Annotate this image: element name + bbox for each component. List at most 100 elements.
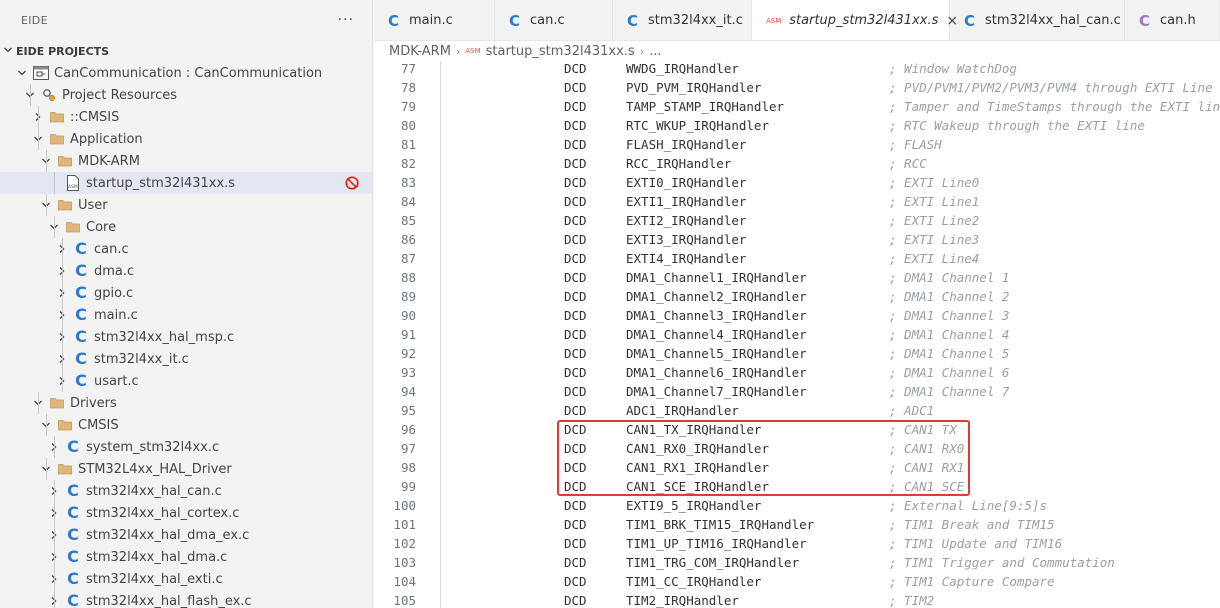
line-number: 86 xyxy=(400,232,416,247)
code-line[interactable]: 84 DCD EXTI1_IRQHandler ; EXTI Line1 xyxy=(374,192,1220,211)
tree-item-label: system_stm32l4xx.c xyxy=(86,439,220,455)
code-line[interactable]: 95 DCD ADC1_IRQHandler ; ADC1 xyxy=(374,401,1220,420)
tree-item-user[interactable]: User xyxy=(0,194,372,216)
tree-item-label: usart.c xyxy=(94,373,139,389)
code-line[interactable]: 91 DCD DMA1_Channel4_IRQHandler ; DMA1 Chan… xyxy=(374,325,1220,344)
code-editor[interactable]: 77 DCD WWDG_IRQHandler ; Window WatchDog 78 D… xyxy=(374,61,1220,608)
tree-item-mdk-arm[interactable]: MDK-ARM xyxy=(0,150,372,172)
directive-keyword: DCD xyxy=(564,137,587,152)
folder-icon xyxy=(54,199,76,211)
more-actions-button[interactable]: ··· xyxy=(338,12,354,28)
tree-item-stm32l4xx-it-c[interactable]: Cstm32l4xx_it.c xyxy=(0,348,372,370)
code-line[interactable]: 93 DCD DMA1_Channel6_IRQHandler ; DMA1 Chan… xyxy=(374,363,1220,382)
breadcrumb-item-symbols[interactable]: ... xyxy=(649,44,661,59)
code-line[interactable]: 80 DCD RTC_WKUP_IRQHandler ; RTC Wakeup thr… xyxy=(374,116,1220,135)
code-line[interactable]: 92 DCD DMA1_Channel5_IRQHandler ; DMA1 Chan… xyxy=(374,344,1220,363)
folder-icon xyxy=(46,111,68,123)
tab-startup-stm32l431xx-s[interactable]: ASM startup_stm32l431xx.s × xyxy=(752,0,958,40)
tree-item-cancommunication-cancommunication[interactable]: CanCommunication : CanCommunication xyxy=(0,62,372,84)
code-comment: ; DMA1 Channel 1 xyxy=(889,270,1010,285)
code-line[interactable]: 97 DCD CAN1_RX0_IRQHandler ; CAN1 RX0 xyxy=(374,439,1220,458)
tree-item-label: gpio.c xyxy=(94,285,134,301)
directive-keyword: DCD xyxy=(564,574,587,589)
code-line[interactable]: 87 DCD EXTI4_IRQHandler ; EXTI Line4 xyxy=(374,249,1220,268)
handler-symbol: DMA1_Channel4_IRQHandler xyxy=(626,327,807,342)
tree-item-usart-c[interactable]: Cusart.c xyxy=(0,370,372,392)
code-line[interactable]: 104 DCD TIM1_CC_IRQHandler ; TIM1 Capture C… xyxy=(374,572,1220,591)
tree-item-main-c[interactable]: Cmain.c xyxy=(0,304,372,326)
code-line[interactable]: 103 DCD TIM1_TRG_COM_IRQHandler ; TIM1 Trig… xyxy=(374,553,1220,572)
tree-item-label: stm32l4xx_hal_dma.c xyxy=(86,549,228,565)
tree-item-stm32l4xx-hal-driver[interactable]: STM32L4xx_HAL_Driver xyxy=(0,458,372,480)
directive-keyword: DCD xyxy=(564,460,587,475)
code-line[interactable]: 98 DCD CAN1_RX1_IRQHandler ; CAN1 RX1 xyxy=(374,458,1220,477)
tab-can-c[interactable]: Ccan.c xyxy=(495,0,613,40)
code-line[interactable]: 100 DCD EXTI9_5_IRQHandler ; External Line[… xyxy=(374,496,1220,515)
code-line[interactable]: 90 DCD DMA1_Channel3_IRQHandler ; DMA1 Chan… xyxy=(374,306,1220,325)
handler-symbol: CAN1_TX_IRQHandler xyxy=(626,422,762,437)
section-header-eide-projects[interactable]: EIDE PROJECTS xyxy=(0,40,372,62)
tab-stm32l4xx-it-c[interactable]: Cstm32l4xx_it.c xyxy=(613,0,752,40)
code-line[interactable]: 77 DCD WWDG_IRQHandler ; Window WatchDog xyxy=(374,61,1220,78)
tree-item-stm32l4xx-hal-flash-ex-c[interactable]: Cstm32l4xx_hal_flash_ex.c xyxy=(0,590,372,608)
code-line[interactable]: 82 DCD RCC_IRQHandler ; RCC xyxy=(374,154,1220,173)
code-comment: ; EXTI Line2 xyxy=(889,213,980,228)
tree-item-dma-c[interactable]: Cdma.c xyxy=(0,260,372,282)
folder-icon xyxy=(54,155,76,167)
directive-keyword: DCD xyxy=(564,498,587,513)
tree-item-stm32l4xx-hal-msp-c[interactable]: Cstm32l4xx_hal_msp.c xyxy=(0,326,372,348)
tree-item-cmsis[interactable]: ::CMSIS xyxy=(0,106,372,128)
tree-item-stm32l4xx-hal-exti-c[interactable]: Cstm32l4xx_hal_exti.c xyxy=(0,568,372,590)
tree-item-drivers[interactable]: Drivers xyxy=(0,392,372,414)
tree-item-gpio-c[interactable]: Cgpio.c xyxy=(0,282,372,304)
code-line[interactable]: 86 DCD EXTI3_IRQHandler ; EXTI Line3 xyxy=(374,230,1220,249)
tree-item-cmsis[interactable]: CMSIS xyxy=(0,414,372,436)
c-file-icon: C xyxy=(67,503,79,522)
directive-keyword: DCD xyxy=(564,194,587,209)
tab-main-c[interactable]: Cmain.c xyxy=(374,0,495,40)
code-line[interactable]: 83 DCD EXTI0_IRQHandler ; EXTI Line0 xyxy=(374,173,1220,192)
code-line[interactable]: 85 DCD EXTI2_IRQHandler ; EXTI Line2 xyxy=(374,211,1220,230)
line-number: 79 xyxy=(400,99,416,114)
indent-guide xyxy=(46,414,47,436)
c-file-icon: C xyxy=(964,11,976,30)
code-line[interactable]: 78 DCD PVD_PVM_IRQHandler ; PVD/PVM1/PVM2/P… xyxy=(374,78,1220,97)
code-line[interactable]: 94 DCD DMA1_Channel7_IRQHandler ; DMA1 Chan… xyxy=(374,382,1220,401)
breadcrumb-item-mdk-arm[interactable]: MDK-ARM xyxy=(389,44,451,59)
line-number: 97 xyxy=(400,441,416,456)
directive-keyword: DCD xyxy=(564,118,587,133)
code-line[interactable]: 88 DCD DMA1_Channel1_IRQHandler ; DMA1 Chan… xyxy=(374,268,1220,287)
code-line[interactable]: 81 DCD FLASH_IRQHandler ; FLASH xyxy=(374,135,1220,154)
indent-guide xyxy=(62,238,63,260)
code-line[interactable]: 102 DCD TIM1_UP_TIM16_IRQHandler ; TIM1 Upd… xyxy=(374,534,1220,553)
code-line[interactable]: 101 DCD TIM1_BRK_TIM15_IRQHandler ; TIM1 Br… xyxy=(374,515,1220,534)
line-number: 85 xyxy=(400,213,416,228)
directive-keyword: DCD xyxy=(564,308,587,323)
tab-label: main.c xyxy=(409,13,453,28)
tree-item-label: Drivers xyxy=(70,395,117,411)
folder-icon xyxy=(46,133,68,145)
indent-guide xyxy=(38,392,39,414)
chevron-down-icon[interactable] xyxy=(14,68,30,78)
tab-can-h[interactable]: Ccan.h xyxy=(1125,0,1220,40)
tree-item-can-c[interactable]: Ccan.c xyxy=(0,238,372,260)
breadcrumb-item-file[interactable]: startup_stm32l431xx.s xyxy=(486,44,635,59)
code-comment: ; DMA1 Channel 2 xyxy=(889,289,1010,304)
directive-keyword: DCD xyxy=(564,270,587,285)
tab-stm32l4xx-hal-can-c[interactable]: Cstm32l4xx_hal_can.c xyxy=(950,0,1125,40)
code-line[interactable]: 105 DCD TIM2_IRQHandler ; TIM2 xyxy=(374,591,1220,608)
code-line[interactable]: 99 DCD CAN1_SCE_IRQHandler ; CAN1 SCE xyxy=(374,477,1220,496)
code-comment: ; CAN1 RX0 xyxy=(889,441,965,456)
tree-item-core[interactable]: Core xyxy=(0,216,372,238)
tree-item-application[interactable]: Application xyxy=(0,128,372,150)
tree-item-stm32l4xx-hal-dma-c[interactable]: Cstm32l4xx_hal_dma.c xyxy=(0,546,372,568)
tree-item-project-resources[interactable]: Project Resources xyxy=(0,84,372,106)
tree-item-system-stm32l4xx-c[interactable]: Csystem_stm32l4xx.c xyxy=(0,436,372,458)
code-line[interactable]: 79 DCD TAMP_STAMP_IRQHandler ; Tamper and T… xyxy=(374,97,1220,116)
tree-item-startup-stm32l431xx-s[interactable]: ASM startup_stm32l431xx.s xyxy=(0,172,372,194)
code-line[interactable]: 89 DCD DMA1_Channel2_IRQHandler ; DMA1 Chan… xyxy=(374,287,1220,306)
code-line[interactable]: 96 DCD CAN1_TX_IRQHandler ; CAN1 TX xyxy=(374,420,1220,439)
tree-item-stm32l4xx-hal-cortex-c[interactable]: Cstm32l4xx_hal_cortex.c xyxy=(0,502,372,524)
tree-item-stm32l4xx-hal-dma-ex-c[interactable]: Cstm32l4xx_hal_dma_ex.c xyxy=(0,524,372,546)
tree-item-stm32l4xx-hal-can-c[interactable]: Cstm32l4xx_hal_can.c xyxy=(0,480,372,502)
